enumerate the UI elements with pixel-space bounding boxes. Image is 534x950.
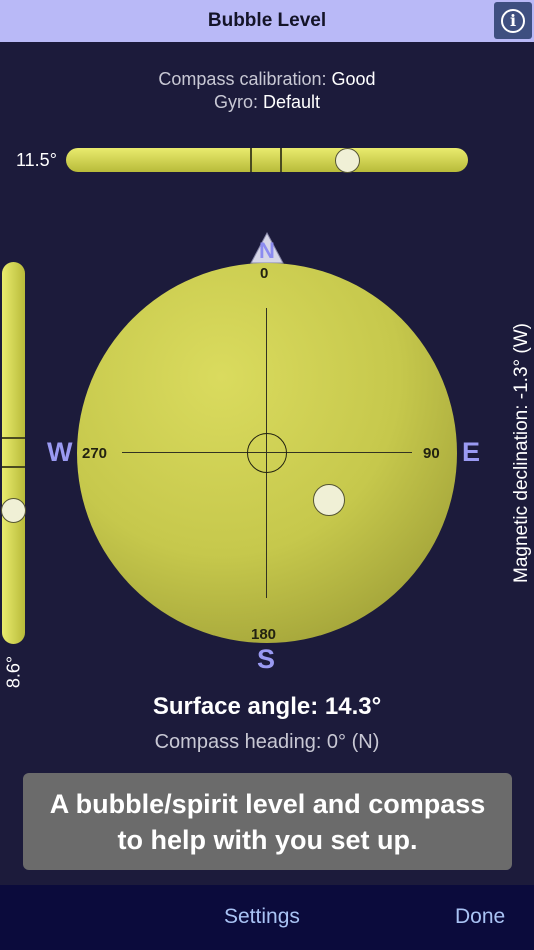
level-center-mark bbox=[250, 148, 252, 172]
calibration-label: Compass calibration: bbox=[158, 69, 327, 89]
magnetic-declination: Magnetic declination: -1.3° (W) bbox=[511, 323, 532, 583]
degree-label-north: 0 bbox=[260, 265, 269, 282]
calibration-status: Compass calibration: Good bbox=[0, 69, 534, 90]
cardinal-south: S bbox=[257, 644, 276, 674]
gyro-value: Default bbox=[262, 92, 321, 112]
info-icon: i bbox=[501, 8, 525, 33]
bottom-toolbar: Settings Done bbox=[0, 885, 534, 950]
compass-heading: Compass heading: 0° (N) bbox=[154, 731, 380, 753]
level-center-mark bbox=[2, 466, 25, 468]
vertical-level-value: 8.6° bbox=[3, 655, 24, 689]
promo-caption: A bubble/spirit level and compass to hel… bbox=[23, 773, 512, 870]
cardinal-east: E bbox=[462, 437, 481, 467]
level-center-mark bbox=[2, 437, 25, 439]
surface-angle: Surface angle: 14.3° bbox=[152, 693, 382, 720]
degree-label-west: 270 bbox=[82, 445, 108, 462]
settings-button[interactable]: Settings bbox=[224, 905, 300, 929]
vertical-level-tube bbox=[1, 262, 26, 644]
horizontal-level-tube bbox=[66, 148, 468, 173]
level-center-mark bbox=[280, 148, 282, 172]
compass-dial: 0 90 180 270 bbox=[77, 263, 457, 643]
done-button[interactable]: Done bbox=[455, 905, 505, 929]
horizontal-bubble bbox=[335, 148, 360, 173]
cardinal-west: W bbox=[47, 437, 73, 467]
page-title: Bubble Level bbox=[207, 10, 327, 31]
calibration-value: Good bbox=[331, 69, 376, 89]
compass-bubble bbox=[313, 484, 345, 516]
vertical-bubble bbox=[1, 498, 26, 523]
horizontal-level-value: 11.5° bbox=[16, 150, 57, 170]
info-button[interactable]: i bbox=[494, 2, 532, 39]
center-target bbox=[247, 433, 287, 473]
north-pointer-icon: N bbox=[250, 231, 284, 264]
gyro-status: Gyro: Default bbox=[0, 92, 534, 113]
gyro-label: Gyro: bbox=[213, 92, 258, 112]
navigation-bar: Bubble Level i bbox=[0, 0, 534, 42]
degree-label-east: 90 bbox=[423, 445, 440, 462]
degree-label-south: 180 bbox=[251, 626, 277, 643]
north-marker-label: N bbox=[259, 238, 275, 263]
